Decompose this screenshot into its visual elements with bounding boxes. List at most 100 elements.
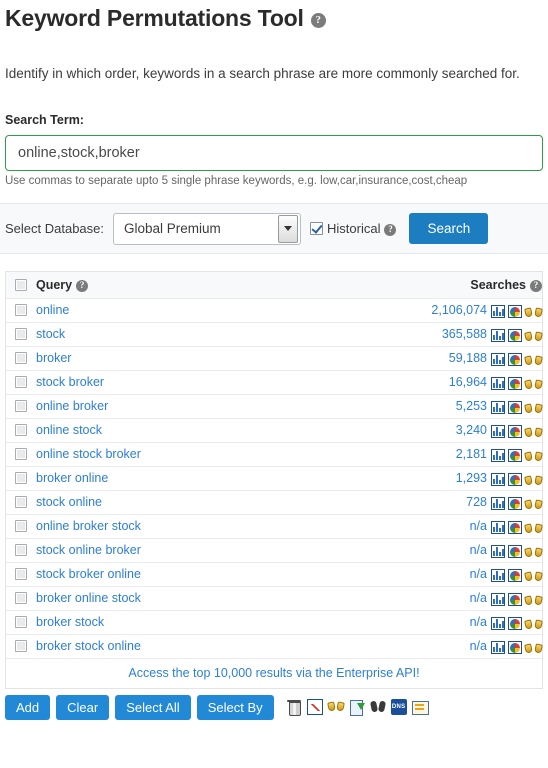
row-checkbox[interactable] <box>15 327 27 340</box>
query-link[interactable]: online <box>36 303 69 317</box>
query-link[interactable]: online broker stock <box>36 519 141 533</box>
row-select-cell[interactable] <box>6 562 36 587</box>
bar-chart-icon[interactable] <box>491 617 505 631</box>
add-button[interactable]: Add <box>5 694 51 720</box>
enterprise-api-link[interactable]: Access the top 10,000 results via the En… <box>128 666 419 680</box>
bar-chart-icon[interactable] <box>491 641 505 655</box>
select-all-checkbox[interactable] <box>15 278 27 291</box>
row-select-cell[interactable] <box>6 370 36 395</box>
binoculars-icon[interactable] <box>524 642 543 654</box>
bar-chart-icon[interactable] <box>491 305 505 319</box>
row-select-cell[interactable] <box>6 322 36 347</box>
select-all-header-cell[interactable] <box>6 272 36 299</box>
bar-chart-icon[interactable] <box>491 449 505 463</box>
query-link[interactable]: broker online <box>36 471 108 485</box>
row-checkbox[interactable] <box>15 399 27 412</box>
pie-chart-icon[interactable] <box>508 401 522 415</box>
binoculars-icon[interactable] <box>524 354 543 366</box>
row-select-cell[interactable] <box>6 466 36 491</box>
row-checkbox[interactable] <box>15 543 27 556</box>
row-select-cell[interactable] <box>6 586 36 611</box>
query-link[interactable]: broker stock <box>36 615 104 629</box>
row-checkbox[interactable] <box>15 567 27 580</box>
row-select-cell[interactable] <box>6 634 36 659</box>
line-chart-icon[interactable] <box>306 699 323 715</box>
bar-chart-icon[interactable] <box>491 401 505 415</box>
bar-chart-icon[interactable] <box>491 521 505 535</box>
row-checkbox[interactable] <box>15 447 27 460</box>
pie-chart-icon[interactable] <box>508 449 522 463</box>
query-link[interactable]: stock broker online <box>36 567 141 581</box>
binoculars-icon[interactable] <box>524 546 543 558</box>
query-link[interactable]: online stock <box>36 423 102 437</box>
row-checkbox[interactable] <box>15 615 27 628</box>
row-checkbox[interactable] <box>15 639 27 652</box>
historical-checkbox-group[interactable]: Historical ? <box>310 221 397 236</box>
export-page-icon[interactable] <box>349 699 365 716</box>
pie-chart-icon[interactable] <box>508 377 522 391</box>
select-all-button[interactable]: Select All <box>115 694 191 720</box>
pie-chart-icon[interactable] <box>508 521 522 535</box>
bar-chart-icon[interactable] <box>491 545 505 559</box>
bar-chart-icon[interactable] <box>491 569 505 583</box>
query-link[interactable]: stock <box>36 327 65 341</box>
report-list-icon[interactable] <box>411 699 429 715</box>
pie-chart-icon[interactable] <box>508 329 522 343</box>
pie-chart-icon[interactable] <box>508 425 522 439</box>
pie-chart-icon[interactable] <box>508 593 522 607</box>
query-link[interactable]: online broker <box>36 399 108 413</box>
searches-help-icon[interactable]: ? <box>530 279 542 292</box>
binoculars-icon[interactable] <box>524 426 543 438</box>
bar-chart-icon[interactable] <box>491 497 505 511</box>
pie-chart-icon[interactable] <box>508 569 522 583</box>
trash-icon[interactable] <box>286 699 302 716</box>
binoculars-icon[interactable] <box>524 570 543 582</box>
bar-chart-icon[interactable] <box>491 377 505 391</box>
database-select[interactable]: Global Premium <box>113 212 302 245</box>
binoculars-icon[interactable] <box>326 699 345 715</box>
pie-chart-icon[interactable] <box>508 617 522 631</box>
bar-chart-icon[interactable] <box>491 425 505 439</box>
pie-chart-icon[interactable] <box>508 353 522 367</box>
binoculars-icon[interactable] <box>524 522 543 534</box>
binoculars-icon[interactable] <box>524 402 543 414</box>
binoculars-icon[interactable] <box>524 306 543 318</box>
clear-button[interactable]: Clear <box>56 694 110 720</box>
row-checkbox[interactable] <box>15 351 27 364</box>
row-select-cell[interactable] <box>6 298 36 323</box>
query-link[interactable]: broker online stock <box>36 591 141 605</box>
search-term-input[interactable] <box>5 135 543 171</box>
binoculars-icon[interactable] <box>524 474 543 486</box>
row-checkbox[interactable] <box>15 591 27 604</box>
row-select-cell[interactable] <box>6 418 36 443</box>
dns-icon[interactable]: DNS <box>390 699 407 715</box>
historical-help-icon[interactable]: ? <box>384 223 397 236</box>
binoculars-icon[interactable] <box>524 450 543 462</box>
query-link[interactable]: stock broker <box>36 375 104 389</box>
row-checkbox[interactable] <box>15 519 27 532</box>
help-circle-icon[interactable]: ? <box>310 12 326 28</box>
query-header-cell[interactable]: Query ? <box>36 272 283 299</box>
pie-chart-icon[interactable] <box>508 305 522 319</box>
row-checkbox[interactable] <box>15 303 27 316</box>
pie-chart-icon[interactable] <box>508 545 522 559</box>
historical-checkbox[interactable] <box>310 222 324 235</box>
row-select-cell[interactable] <box>6 538 36 563</box>
searches-header-cell[interactable]: Searches ? <box>282 272 542 299</box>
search-button[interactable]: Search <box>409 213 489 244</box>
row-select-cell[interactable] <box>6 490 36 515</box>
row-checkbox[interactable] <box>15 423 27 436</box>
bar-chart-icon[interactable] <box>491 473 505 487</box>
row-checkbox[interactable] <box>15 495 27 508</box>
row-checkbox[interactable] <box>15 471 27 484</box>
query-help-icon[interactable]: ? <box>76 279 89 292</box>
row-select-cell[interactable] <box>6 610 36 635</box>
bar-chart-icon[interactable] <box>491 329 505 343</box>
query-link[interactable]: stock online <box>36 495 102 509</box>
query-link[interactable]: stock online broker <box>36 543 141 557</box>
row-checkbox[interactable] <box>15 375 27 388</box>
bar-chart-icon[interactable] <box>491 593 505 607</box>
binoculars-icon[interactable] <box>524 378 543 390</box>
binoculars-icon[interactable] <box>524 618 543 630</box>
row-select-cell[interactable] <box>6 394 36 419</box>
